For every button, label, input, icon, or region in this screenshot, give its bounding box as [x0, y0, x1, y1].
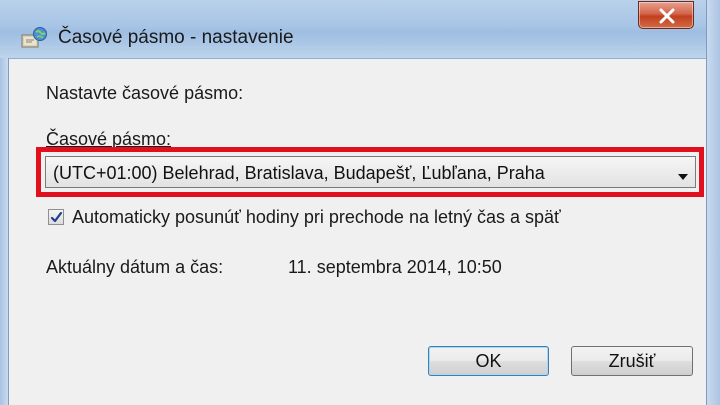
- timezone-selected-value: (UTC+01:00) Belehrad, Bratislava, Budape…: [53, 163, 545, 183]
- window-frame-right: [706, 0, 720, 405]
- cancel-button[interactable]: Zrušiť: [571, 346, 693, 376]
- window-frame-left: [0, 58, 9, 405]
- close-icon: [659, 8, 675, 24]
- window-title: Časové pásmo - nastavenie: [58, 27, 294, 48]
- current-datetime-value: 11. septembra 2014, 10:50: [288, 257, 502, 277]
- prompt-label: Nastavte časové pásmo:: [46, 83, 244, 103]
- ok-button[interactable]: OK: [428, 346, 549, 376]
- current-datetime-label: Aktuálny dátum a čas:: [46, 257, 224, 277]
- dst-checkbox-label[interactable]: Automaticky posunúť hodiny pri prechode …: [72, 206, 561, 228]
- timezone-dialog: Časové pásmo - nastavenie Nastavte časov…: [0, 0, 720, 405]
- dst-checkbox[interactable]: [48, 209, 64, 225]
- checkmark-icon: [50, 211, 63, 223]
- chevron-down-icon: [677, 168, 689, 186]
- clock-globe-icon: [20, 26, 48, 48]
- title-bar[interactable]: Časové pásmo - nastavenie: [0, 0, 720, 59]
- close-button[interactable]: [638, 1, 694, 29]
- timezone-select[interactable]: (UTC+01:00) Belehrad, Bratislava, Budape…: [45, 156, 696, 188]
